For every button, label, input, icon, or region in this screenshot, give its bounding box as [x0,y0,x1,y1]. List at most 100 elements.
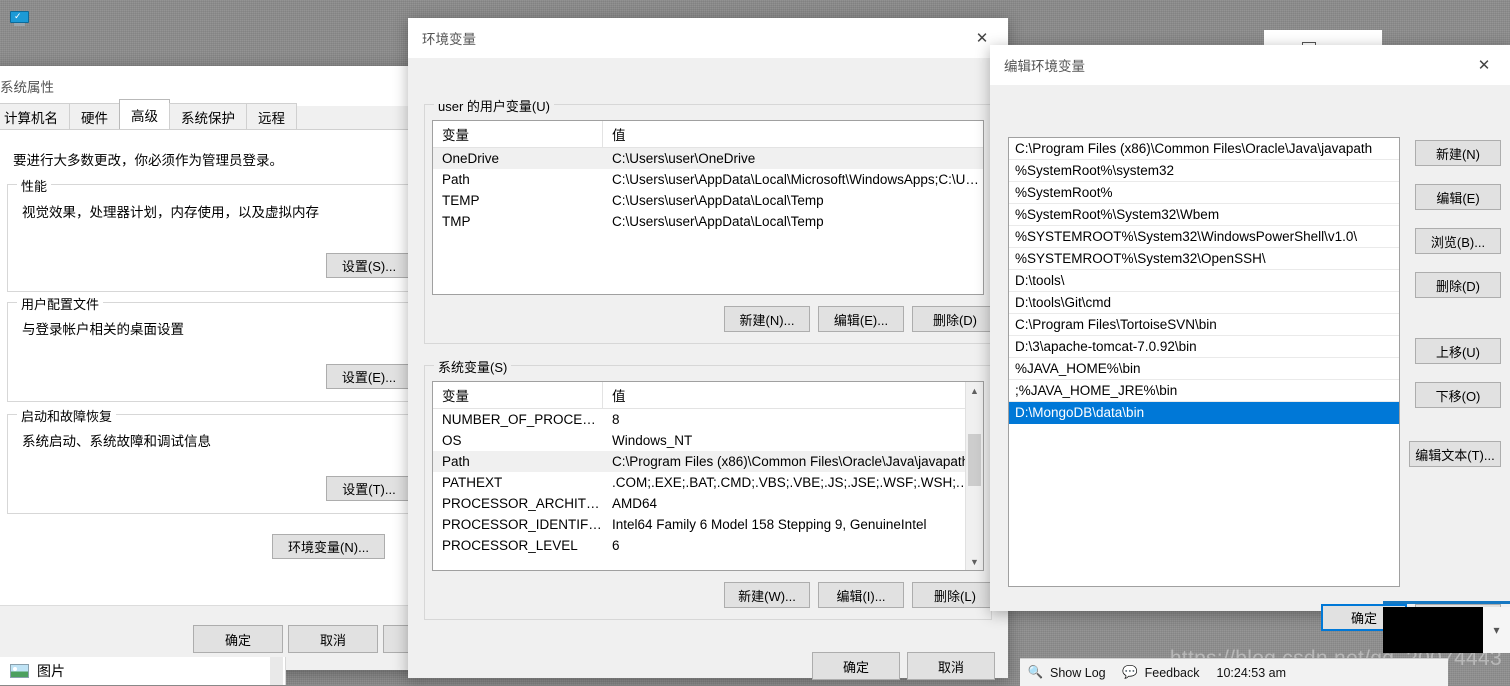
picture-icon [10,664,29,678]
table-row[interactable]: PROCESSOR_ARCHITECT... AMD64 [433,493,983,514]
system-delete-button[interactable]: 删除(L) [912,582,998,608]
scroll-up-icon[interactable]: ▲ [966,382,983,399]
list-item[interactable]: %SystemRoot%\system32 [1009,160,1399,182]
tab-hardware[interactable]: 硬件 [69,103,120,130]
move-down-button[interactable]: 下移(O) [1415,382,1501,408]
system-variable-name: PROCESSOR_ARCHITECT... [442,496,603,511]
explorer-scrollbar[interactable] [270,657,283,685]
user-variable-name: OneDrive [442,151,500,166]
table-row[interactable]: PROCESSOR_IDENTIFIER Intel64 Family 6 Mo… [433,514,983,535]
list-item[interactable]: D:\3\apache-tomcat-7.0.92\bin [1009,336,1399,358]
edit-environment-variable-dialog[interactable]: 编辑环境变量 ✕ C:\Program Files (x86)\Common F… [990,45,1510,631]
table-row[interactable]: TEMP C:\Users\user\AppData\Local\Temp [433,190,983,211]
system-variable-value: Intel64 Family 6 Model 158 Stepping 9, G… [612,517,927,532]
user-variables-legend: user 的用户变量(U) [434,96,554,115]
table-row[interactable]: OS Windows_NT [433,430,983,451]
scrollbar-thumb[interactable] [968,434,981,486]
system-variable-name: PROCESSOR_IDENTIFIER [442,517,603,532]
chevron-down-icon[interactable]: ▾ [1483,607,1510,653]
search-log-icon: 🔍 [1027,665,1044,679]
edit-variable-titlebar: 编辑环境变量 ✕ [990,45,1510,85]
table-row[interactable]: OneDrive C:\Users\user\OneDrive [433,148,983,169]
list-item[interactable]: ;%JAVA_HOME_JRE%\bin [1009,380,1399,402]
system-properties-tabs[interactable]: 计算机名 硬件 高级 系统保护 远程 [0,99,297,130]
feedback-label[interactable]: Feedback [1145,666,1200,680]
system-properties-cancel-button[interactable]: 取消 [288,625,378,653]
user-profiles-settings-button[interactable]: 设置(E)... [326,364,412,389]
system-variables-scrollbar[interactable]: ▲ ▼ [965,382,983,570]
system-variable-value: 6 [612,538,620,553]
system-variables-header: 变量 值 [433,382,983,409]
table-row[interactable]: PATHEXT .COM;.EXE;.BAT;.CMD;.VBS;.VBE;.J… [433,472,983,493]
user-profiles-description: 与登录帐户相关的桌面设置 [22,322,184,337]
environment-variables-dialog[interactable]: 环境变量 ✕ user 的用户变量(U) 变量 值 OneDrive C:\Us… [408,18,1008,680]
startup-recovery-settings-button[interactable]: 设置(T)... [326,476,412,501]
speech-bubble-icon: 💬 [1122,665,1138,679]
system-edit-button[interactable]: 编辑(I)... [818,582,904,608]
edit-text-button[interactable]: 编辑文本(T)... [1409,441,1501,467]
environment-variables-ok-button[interactable]: 确定 [812,652,900,680]
column-header-value[interactable]: 值 [603,382,983,408]
list-item[interactable]: D:\tools\ [1009,270,1399,292]
user-variable-value: C:\Users\user\AppData\Local\Microsoft\Wi… [612,172,983,187]
tab-system-protection[interactable]: 系统保护 [169,103,247,130]
environment-variables-body: user 的用户变量(U) 变量 值 OneDrive C:\Users\use… [408,58,1008,680]
table-row[interactable]: PROCESSOR_LEVEL 6 [433,535,983,556]
column-header-value[interactable]: 值 [603,121,983,147]
user-edit-button[interactable]: 编辑(E)... [818,306,904,332]
explorer-item-pictures[interactable]: 图片 [0,657,286,685]
column-header-variable[interactable]: 变量 [433,121,603,147]
list-item[interactable]: %JAVA_HOME%\bin [1009,358,1399,380]
startup-recovery-group: 启动和故障恢复 系统启动、系统故障和调试信息 设置(T)... [7,406,425,514]
tab-advanced[interactable]: 高级 [119,99,170,130]
list-item[interactable]: C:\Program Files (x86)\Common Files\Orac… [1009,138,1399,160]
explorer-item-label: 图片 [37,663,65,679]
advanced-tab-panel: 要进行大多数更改，你必须作为管理员登录。 性能 视觉效果，处理器计划，内存使用，… [0,129,425,606]
new-button[interactable]: 新建(N) [1415,140,1501,166]
list-item[interactable]: %SystemRoot%\System32\Wbem [1009,204,1399,226]
status-time: 10:24:53 am [1216,665,1287,680]
list-item[interactable]: %SystemRoot% [1009,182,1399,204]
system-variables-list[interactable]: 变量 值 NUMBER_OF_PROCESSORS 8 OS Windows_N… [432,381,984,571]
user-variables-list[interactable]: 变量 值 OneDrive C:\Users\user\OneDrive Pat… [432,120,984,295]
list-item-selected[interactable]: D:\MongoDB\data\bin [1009,402,1399,424]
list-item[interactable]: %SYSTEMROOT%\System32\OpenSSH\ [1009,248,1399,270]
accent-bar [1383,601,1510,604]
user-profiles-legend: 用户配置文件 [17,294,104,313]
environment-variables-cancel-button[interactable]: 取消 [907,652,995,680]
edit-button[interactable]: 编辑(E) [1415,184,1501,210]
performance-settings-button[interactable]: 设置(S)... [326,253,412,278]
table-row[interactable]: Path C:\Program Files (x86)\Common Files… [433,451,983,472]
tab-computer-name[interactable]: 计算机名 [0,103,70,130]
startup-recovery-legend: 启动和故障恢复 [17,406,117,425]
user-new-button[interactable]: 新建(N)... [724,306,810,332]
show-log-label[interactable]: Show Log [1050,666,1106,680]
system-variable-name: PATHEXT [442,475,503,490]
edit-variable-body: C:\Program Files (x86)\Common Files\Orac… [990,85,1510,631]
table-row[interactable]: Path C:\Users\user\AppData\Local\Microso… [433,169,983,190]
system-properties-dialog[interactable]: 系统属性 计算机名 硬件 高级 系统保护 远程 要进行大多数更改，你必须作为管理… [0,66,473,670]
path-entries-list[interactable]: C:\Program Files (x86)\Common Files\Orac… [1008,137,1400,587]
tab-remote[interactable]: 远程 [246,103,297,130]
browse-button[interactable]: 浏览(B)... [1415,228,1501,254]
column-header-variable[interactable]: 变量 [433,382,603,408]
scroll-down-icon[interactable]: ▼ [966,553,983,570]
system-variable-value: .COM;.EXE;.BAT;.CMD;.VBS;.VBE;.JS;.JSE;.… [612,475,983,490]
list-item[interactable]: D:\tools\Git\cmd [1009,292,1399,314]
list-item[interactable]: C:\Program Files\TortoiseSVN\bin [1009,314,1399,336]
list-item[interactable]: %SYSTEMROOT%\System32\WindowsPowerShell\… [1009,226,1399,248]
startup-recovery-description: 系统启动、系统故障和调试信息 [22,434,211,449]
environment-variables-button[interactable]: 环境变量(N)... [272,534,385,559]
user-delete-button[interactable]: 删除(D) [912,306,998,332]
table-row[interactable]: TMP C:\Users\user\AppData\Local\Temp [433,211,983,232]
system-new-button[interactable]: 新建(W)... [724,582,810,608]
system-variable-name: OS [442,433,462,448]
move-up-button[interactable]: 上移(U) [1415,338,1501,364]
table-row[interactable]: NUMBER_OF_PROCESSORS 8 [433,409,983,430]
user-variable-value: C:\Users\user\OneDrive [612,151,756,166]
edit-variable-title: 编辑环境变量 [1004,59,1085,74]
delete-button[interactable]: 删除(D) [1415,272,1501,298]
close-icon[interactable]: ✕ [1462,50,1506,80]
system-variables-legend: 系统变量(S) [434,357,512,376]
system-properties-ok-button[interactable]: 确定 [193,625,283,653]
